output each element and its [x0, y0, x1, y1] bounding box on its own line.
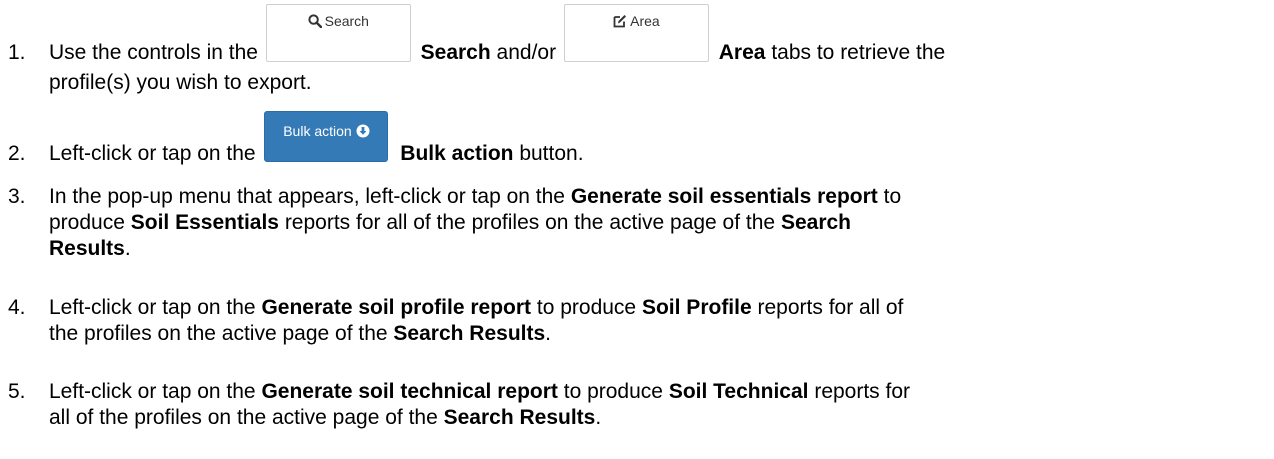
- step-text: Use the controls in the Search Search an…: [49, 4, 1259, 94]
- search-tab-button[interactable]: Search: [265, 4, 411, 62]
- step-text-fragment: button.: [519, 142, 584, 165]
- step-text-fragment: to produce: [563, 380, 663, 403]
- step-bold-term: Generate soil technical report: [261, 380, 558, 403]
- step-bold-term: Generate soil profile report: [261, 296, 532, 319]
- step-bold-term: Search: [420, 41, 491, 64]
- step-number: 4.: [8, 296, 26, 319]
- step-bold-term: Soil Profile: [641, 296, 752, 319]
- step-text-fragment: the profiles on the active page of the: [49, 322, 388, 345]
- step-text-fragment: In the pop-up menu that appears, left-cl…: [49, 185, 565, 208]
- step-text-fragment: all of the profiles on the active page o…: [49, 406, 438, 429]
- step-bold-term: Soil Technical: [668, 380, 809, 403]
- step-number: 2.: [8, 142, 26, 165]
- step-bold-term: Results: [49, 237, 125, 260]
- bulk-action-label: Bulk action: [283, 123, 352, 139]
- area-tab-button[interactable]: Area: [563, 4, 709, 62]
- step-text-fragment: reports for all of: [757, 296, 904, 319]
- step-text-fragment: Left-click or tap on the: [49, 296, 256, 319]
- step-bold-term: Area: [718, 41, 766, 64]
- step-text-fragment: to produce: [536, 296, 637, 319]
- edit-icon: [613, 15, 627, 28]
- step-text: In the pop-up menu that appears, left-cl…: [49, 184, 1259, 262]
- step-text: Left-click or tap on the Generate soil p…: [49, 295, 1259, 347]
- step-number: 1.: [8, 41, 26, 64]
- step-text-fragment: Left-click or tap on the: [49, 142, 256, 165]
- bulk-action-button[interactable]: Bulk action: [264, 111, 389, 162]
- instruction-document: 1. Use the controls in the Search Search…: [0, 0, 1274, 459]
- step-bold-term: Search Results: [443, 406, 596, 429]
- step-text-fragment: tabs to retrieve the: [771, 41, 946, 64]
- step-text: Left-click or tap on the Bulk action Bul…: [49, 111, 1259, 165]
- step-bold-term: Search Results: [393, 322, 546, 345]
- step-text-fragment: reports for all of the profiles on the a…: [284, 211, 776, 234]
- search-tab-label: Search: [324, 13, 369, 29]
- step-number: 5.: [8, 380, 26, 403]
- step-text-fragment: to: [883, 185, 902, 208]
- step-text-fragment: reports for: [814, 380, 911, 403]
- step-text-fragment: profile(s) you wish to export.: [49, 71, 312, 94]
- circle-arrow-down-icon: [356, 124, 370, 138]
- step-text-fragment: .: [595, 406, 602, 429]
- step-text: Left-click or tap on the Generate soil t…: [49, 379, 1259, 431]
- step-bold-term: Search: [780, 211, 851, 234]
- step-text-fragment: and/or: [496, 41, 557, 64]
- area-tab-label: Area: [630, 13, 660, 29]
- search-icon: [308, 14, 322, 28]
- step-number: 3.: [8, 185, 26, 208]
- step-text-fragment: .: [545, 322, 552, 345]
- step-text-fragment: Use the controls in the: [49, 41, 258, 64]
- step-bold-term: Soil Essentials: [130, 211, 279, 234]
- step-text-fragment: .: [124, 237, 131, 260]
- step-bold-term: Bulk action: [400, 142, 514, 165]
- step-text-fragment: Left-click or tap on the: [49, 380, 256, 403]
- step-bold-term: Generate soil essentials report: [570, 185, 878, 208]
- step-text-fragment: produce: [49, 211, 125, 234]
